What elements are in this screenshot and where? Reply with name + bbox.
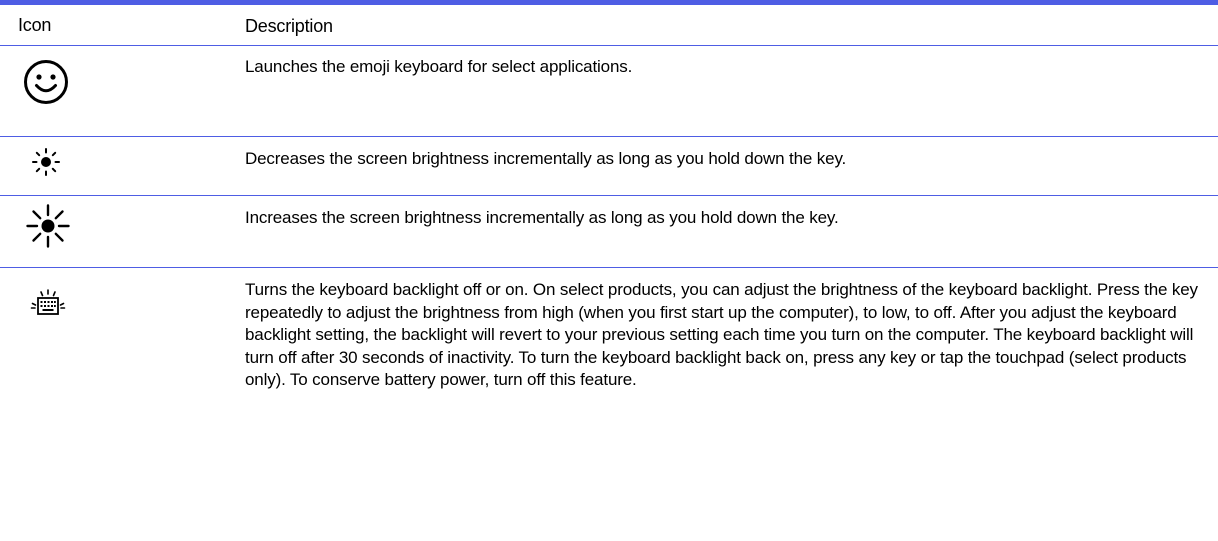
table-header-row: Icon Description [0,5,1218,46]
table-row: Turns the keyboard backlight off or on. … [0,268,1218,498]
keyboard-backlight-icon [30,288,66,320]
brightness-up-icon [26,204,70,248]
action-keys-table: Icon Description Launches the emoji keyb… [0,0,1218,498]
table-row: Increases the screen brightness incremen… [0,196,1218,268]
row-description: Increases the screen brightness incremen… [245,208,839,227]
row-description: Decreases the screen brightness incremen… [245,149,847,168]
table-row: Launches the emoji keyboard for select a… [0,46,1218,137]
row-description: Turns the keyboard backlight off or on. … [245,280,1198,389]
table-row: Decreases the screen brightness incremen… [0,137,1218,196]
emoji-smiley-icon [22,58,70,106]
row-description: Launches the emoji keyboard for select a… [245,57,633,76]
brightness-down-icon [31,147,61,177]
header-icon-column: Icon [18,15,52,35]
header-description-column: Description [245,16,333,36]
